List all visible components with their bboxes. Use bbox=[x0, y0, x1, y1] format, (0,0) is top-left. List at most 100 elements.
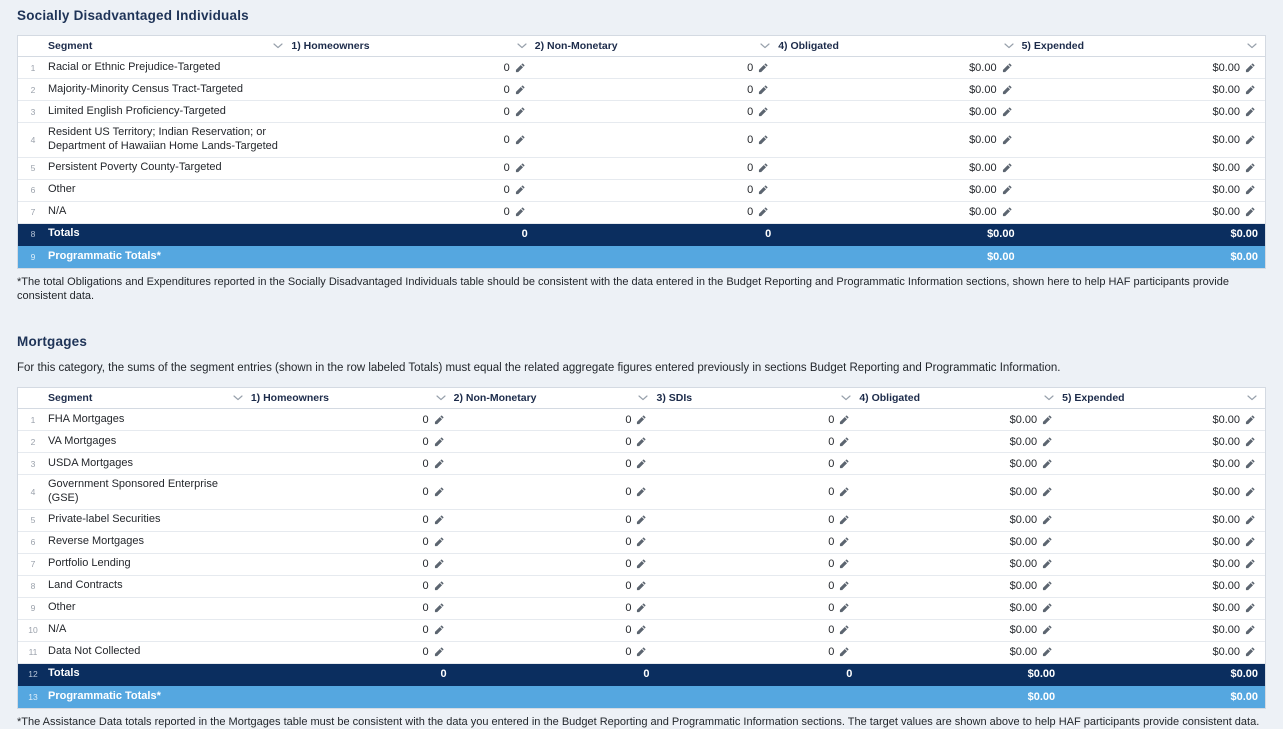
edit-pencil-icon[interactable] bbox=[758, 163, 768, 173]
column-header-4-obligated[interactable]: 4) Obligated bbox=[778, 36, 1021, 56]
cell-value[interactable]: 0 bbox=[251, 431, 454, 452]
edit-pencil-icon[interactable] bbox=[758, 85, 768, 95]
column-header-segment[interactable]: Segment bbox=[48, 36, 291, 56]
cell-value[interactable]: 0 bbox=[251, 475, 454, 509]
edit-pencil-icon[interactable] bbox=[1245, 487, 1255, 497]
edit-pencil-icon[interactable] bbox=[1245, 515, 1255, 525]
edit-pencil-icon[interactable] bbox=[636, 581, 646, 591]
edit-pencil-icon[interactable] bbox=[515, 63, 525, 73]
cell-value[interactable]: 0 bbox=[656, 409, 859, 430]
edit-pencil-icon[interactable] bbox=[434, 537, 444, 547]
cell-value[interactable]: 0 bbox=[656, 431, 859, 452]
edit-pencil-icon[interactable] bbox=[515, 107, 525, 117]
chevron-down-icon[interactable] bbox=[436, 395, 446, 401]
edit-pencil-icon[interactable] bbox=[839, 487, 849, 497]
edit-pencil-icon[interactable] bbox=[1245, 415, 1255, 425]
cell-value[interactable]: $0.00 bbox=[859, 620, 1062, 641]
cell-value[interactable]: 0 bbox=[454, 620, 657, 641]
cell-value[interactable]: $0.00 bbox=[1022, 123, 1265, 157]
cell-value[interactable]: 0 bbox=[454, 475, 657, 509]
cell-value[interactable]: $0.00 bbox=[1062, 475, 1265, 509]
cell-value[interactable]: $0.00 bbox=[1062, 642, 1265, 663]
column-header-2-non-monetary[interactable]: 2) Non-Monetary bbox=[535, 36, 778, 56]
cell-value[interactable]: $0.00 bbox=[859, 510, 1062, 531]
edit-pencil-icon[interactable] bbox=[434, 559, 444, 569]
cell-value[interactable]: $0.00 bbox=[1062, 453, 1265, 474]
cell-value[interactable]: $0.00 bbox=[1022, 101, 1265, 122]
cell-value[interactable]: 0 bbox=[535, 180, 778, 201]
edit-pencil-icon[interactable] bbox=[1042, 581, 1052, 591]
edit-pencil-icon[interactable] bbox=[1245, 207, 1255, 217]
edit-pencil-icon[interactable] bbox=[839, 603, 849, 613]
edit-pencil-icon[interactable] bbox=[515, 163, 525, 173]
edit-pencil-icon[interactable] bbox=[434, 515, 444, 525]
cell-value[interactable]: 0 bbox=[251, 510, 454, 531]
cell-value[interactable]: 0 bbox=[291, 101, 534, 122]
edit-pencil-icon[interactable] bbox=[515, 207, 525, 217]
chevron-down-icon[interactable] bbox=[233, 395, 243, 401]
edit-pencil-icon[interactable] bbox=[1042, 559, 1052, 569]
edit-pencil-icon[interactable] bbox=[1042, 647, 1052, 657]
edit-pencil-icon[interactable] bbox=[1245, 459, 1255, 469]
edit-pencil-icon[interactable] bbox=[1245, 647, 1255, 657]
cell-value[interactable]: $0.00 bbox=[859, 475, 1062, 509]
cell-value[interactable]: 0 bbox=[454, 431, 657, 452]
cell-value[interactable]: $0.00 bbox=[859, 453, 1062, 474]
edit-pencil-icon[interactable] bbox=[758, 207, 768, 217]
edit-pencil-icon[interactable] bbox=[1042, 515, 1052, 525]
cell-value[interactable]: $0.00 bbox=[859, 554, 1062, 575]
chevron-down-icon[interactable] bbox=[1004, 43, 1014, 49]
edit-pencil-icon[interactable] bbox=[636, 515, 646, 525]
edit-pencil-icon[interactable] bbox=[1245, 107, 1255, 117]
cell-value[interactable]: $0.00 bbox=[778, 202, 1021, 223]
edit-pencil-icon[interactable] bbox=[839, 459, 849, 469]
edit-pencil-icon[interactable] bbox=[636, 459, 646, 469]
cell-value[interactable]: 0 bbox=[291, 57, 534, 78]
cell-value[interactable]: 0 bbox=[535, 202, 778, 223]
edit-pencil-icon[interactable] bbox=[434, 647, 444, 657]
cell-value[interactable]: 0 bbox=[291, 180, 534, 201]
cell-value[interactable]: 0 bbox=[251, 554, 454, 575]
cell-value[interactable]: 0 bbox=[291, 202, 534, 223]
edit-pencil-icon[interactable] bbox=[636, 559, 646, 569]
edit-pencil-icon[interactable] bbox=[1042, 459, 1052, 469]
edit-pencil-icon[interactable] bbox=[434, 487, 444, 497]
cell-value[interactable]: 0 bbox=[291, 123, 534, 157]
edit-pencil-icon[interactable] bbox=[636, 537, 646, 547]
edit-pencil-icon[interactable] bbox=[1042, 625, 1052, 635]
edit-pencil-icon[interactable] bbox=[758, 63, 768, 73]
edit-pencil-icon[interactable] bbox=[1042, 487, 1052, 497]
cell-value[interactable]: 0 bbox=[656, 475, 859, 509]
cell-value[interactable]: $0.00 bbox=[778, 180, 1021, 201]
edit-pencil-icon[interactable] bbox=[839, 559, 849, 569]
cell-value[interactable]: 0 bbox=[454, 453, 657, 474]
edit-pencil-icon[interactable] bbox=[636, 437, 646, 447]
cell-value[interactable]: 0 bbox=[454, 576, 657, 597]
cell-value[interactable]: 0 bbox=[454, 642, 657, 663]
cell-value[interactable]: $0.00 bbox=[859, 532, 1062, 553]
cell-value[interactable]: 0 bbox=[656, 453, 859, 474]
cell-value[interactable]: $0.00 bbox=[778, 101, 1021, 122]
edit-pencil-icon[interactable] bbox=[636, 415, 646, 425]
column-header-5-expended[interactable]: 5) Expended bbox=[1022, 36, 1265, 56]
cell-value[interactable]: 0 bbox=[251, 642, 454, 663]
cell-value[interactable]: 0 bbox=[656, 598, 859, 619]
chevron-down-icon[interactable] bbox=[517, 43, 527, 49]
edit-pencil-icon[interactable] bbox=[1245, 185, 1255, 195]
edit-pencil-icon[interactable] bbox=[1002, 207, 1012, 217]
edit-pencil-icon[interactable] bbox=[1245, 437, 1255, 447]
cell-value[interactable]: 0 bbox=[454, 554, 657, 575]
cell-value[interactable]: 0 bbox=[535, 101, 778, 122]
cell-value[interactable]: $0.00 bbox=[1062, 598, 1265, 619]
cell-value[interactable]: 0 bbox=[454, 532, 657, 553]
cell-value[interactable]: 0 bbox=[656, 576, 859, 597]
cell-value[interactable]: $0.00 bbox=[1022, 79, 1265, 100]
edit-pencil-icon[interactable] bbox=[434, 437, 444, 447]
edit-pencil-icon[interactable] bbox=[1245, 163, 1255, 173]
chevron-down-icon[interactable] bbox=[1044, 395, 1054, 401]
column-header-4-obligated[interactable]: 4) Obligated bbox=[859, 388, 1062, 408]
cell-value[interactable]: 0 bbox=[535, 57, 778, 78]
cell-value[interactable]: $0.00 bbox=[859, 576, 1062, 597]
cell-value[interactable]: $0.00 bbox=[1022, 57, 1265, 78]
cell-value[interactable]: $0.00 bbox=[1062, 510, 1265, 531]
